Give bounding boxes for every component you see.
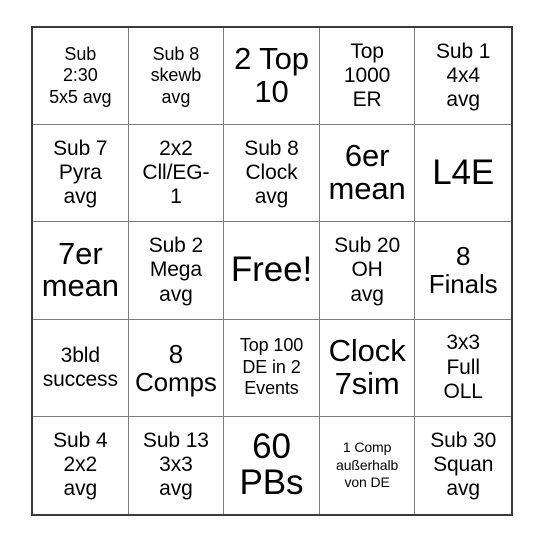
bingo-cell[interactable]: Sub 2 Mega avg bbox=[128, 222, 225, 320]
bingo-cell[interactable]: 8 Comps bbox=[128, 319, 225, 417]
bingo-cell-label: Sub 20 OH avg bbox=[334, 234, 401, 306]
bingo-cell[interactable]: Sub 30 Squan avg bbox=[415, 416, 511, 514]
bingo-cell-label: Sub 1 4x4 avg bbox=[435, 39, 491, 112]
bingo-cell[interactable]: 60 PBs bbox=[224, 416, 320, 514]
bingo-cell[interactable]: 8 Finals bbox=[415, 222, 511, 320]
bingo-cell-label: 7er mean bbox=[41, 235, 119, 304]
bingo-cell-label: Sub 2:30 5x5 avg bbox=[49, 43, 112, 107]
bingo-cell-label: L4E bbox=[432, 153, 495, 193]
bingo-cell[interactable]: Sub 8 skewb avg bbox=[128, 28, 225, 126]
bingo-cell-label: Sub 8 skewb avg bbox=[150, 43, 202, 107]
bingo-cell[interactable]: 1 Comp außerhalb von DE bbox=[319, 416, 416, 514]
bingo-cell-label: Clock 7sim bbox=[328, 332, 406, 401]
bingo-cell[interactable]: Sub 8 Clock avg bbox=[224, 125, 320, 223]
bingo-cell[interactable]: Sub 1 4x4 avg bbox=[415, 28, 511, 126]
bingo-cell-label: 2x2 Cll/EG- 1 bbox=[142, 137, 210, 209]
bingo-cell-label: 2 Top 10 bbox=[234, 41, 309, 110]
bingo-cell-label: 8 Finals bbox=[428, 241, 498, 300]
bingo-card: Sub 2:30 5x5 avg Sub 8 skewb avg 2 Top 1… bbox=[31, 26, 513, 516]
bingo-cell[interactable]: Sub 20 OH avg bbox=[319, 222, 416, 320]
bingo-cell-label: 60 PBs bbox=[239, 427, 304, 503]
bingo-cell-label: 8 Comps bbox=[134, 338, 217, 397]
bingo-cell-label: 3bld success bbox=[42, 343, 118, 391]
bingo-cell[interactable]: 2x2 Cll/EG- 1 bbox=[128, 125, 225, 223]
bingo-cell-label: Sub 7 Pyra avg bbox=[53, 137, 108, 209]
bingo-cell[interactable]: 6er mean bbox=[319, 125, 416, 223]
bingo-cell[interactable]: 2 Top 10 bbox=[224, 28, 320, 126]
bingo-cell[interactable]: Sub 7 Pyra avg bbox=[33, 125, 129, 223]
bingo-cell-label: Sub 4 2x2 avg bbox=[53, 429, 108, 501]
bingo-cell-label: Sub 30 Squan avg bbox=[430, 429, 497, 501]
bingo-cell-free[interactable]: Free! bbox=[224, 222, 320, 320]
bingo-cell-label: Sub 2 Mega avg bbox=[148, 234, 204, 306]
bingo-cell[interactable]: 3x3 Full OLL bbox=[415, 319, 511, 417]
bingo-cell-label: Sub 13 3x3 avg bbox=[142, 429, 209, 501]
bingo-cell[interactable]: Sub 13 3x3 avg bbox=[128, 416, 225, 514]
bingo-cell-label: Top 1000 ER bbox=[343, 39, 391, 112]
bingo-cell-label: 3x3 Full OLL bbox=[443, 331, 483, 403]
bingo-cell[interactable]: 3bld success bbox=[33, 319, 129, 417]
bingo-cell-label: Top 100 DE in 2 Events bbox=[239, 335, 304, 399]
bingo-grid: Sub 2:30 5x5 avg Sub 8 skewb avg 2 Top 1… bbox=[33, 28, 511, 514]
bingo-cell-label: 1 Comp außerhalb von DE bbox=[336, 439, 399, 491]
bingo-cell[interactable]: Sub 2:30 5x5 avg bbox=[33, 28, 129, 126]
bingo-cell-label: Free! bbox=[230, 250, 313, 290]
bingo-cell[interactable]: Clock 7sim bbox=[319, 319, 416, 417]
bingo-cell-label: 6er mean bbox=[328, 138, 406, 207]
bingo-cell-label: Sub 8 Clock avg bbox=[244, 137, 299, 209]
bingo-cell[interactable]: L4E bbox=[415, 125, 511, 223]
bingo-cell[interactable]: Sub 4 2x2 avg bbox=[33, 416, 129, 514]
bingo-cell[interactable]: Top 1000 ER bbox=[319, 28, 416, 126]
bingo-cell[interactable]: 7er mean bbox=[33, 222, 129, 320]
bingo-cell[interactable]: Top 100 DE in 2 Events bbox=[224, 319, 320, 417]
